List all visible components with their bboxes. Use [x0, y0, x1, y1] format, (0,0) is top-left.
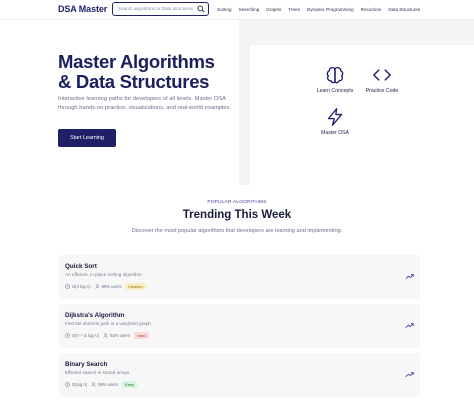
feature-label: Practice Code — [365, 88, 399, 94]
complexity: O(V + E log V) — [65, 333, 99, 338]
brain-icon — [326, 66, 344, 84]
users: 85% users — [94, 284, 122, 289]
trending-up-icon — [405, 323, 414, 329]
clock-icon — [65, 382, 70, 387]
feature-practice-code: Practice Code — [354, 66, 410, 94]
card-title: Quick Sort — [65, 263, 97, 270]
start-learning-button[interactable]: Start Learning — [58, 129, 116, 147]
algorithm-card-dijkstra[interactable]: Dijkstra's Algorithm Find the shortest p… — [59, 304, 420, 348]
difficulty-badge: Medium — [125, 283, 146, 290]
algorithm-card-quick-sort[interactable]: Quick Sort An efficient, in-place sortin… — [59, 255, 420, 299]
nav-item-data-structures[interactable]: Data Structures — [388, 7, 420, 12]
card-meta: O(log n) 98% users Easy — [65, 381, 137, 388]
card-description: An efficient, in-place sorting algorithm — [65, 272, 142, 277]
lightning-icon — [327, 108, 343, 126]
users-value: 85% users — [101, 284, 122, 289]
complexity: O(n log n) — [65, 284, 91, 289]
card-description: Find the shortest path in a weighted gra… — [65, 321, 151, 326]
card-title: Binary Search — [65, 361, 108, 368]
search-input[interactable]: Search algorithms or Data structures — [118, 6, 193, 11]
feature-label: Master DSA — [321, 130, 349, 136]
users-icon — [94, 284, 100, 289]
logo[interactable]: DSA Master — [58, 4, 107, 14]
complexity: O(log n) — [65, 382, 87, 387]
complexity-value: O(V + E log V) — [72, 333, 100, 338]
hero-title-line-2: & Data Structures — [58, 71, 210, 92]
section-kicker: POPULAR ALGORITHMS — [207, 200, 267, 205]
users-icon — [103, 333, 108, 338]
category-nav: Sorting Searching Graphs Trees Dynamic P… — [217, 7, 420, 12]
card-meta: O(n log n) 85% users Medium — [65, 283, 146, 290]
section-subtitle: Discover the most popular algorithms tha… — [131, 228, 343, 234]
users-value: 92% users — [110, 333, 130, 338]
complexity-value: O(n log n) — [72, 284, 91, 289]
difficulty-badge: Hard — [133, 332, 149, 339]
hero-description: Interactive learning paths for developer… — [58, 96, 232, 111]
clock-icon — [65, 333, 70, 338]
nav-item-recursion[interactable]: Recursion — [361, 7, 382, 12]
users-icon — [91, 382, 96, 387]
hero-title: Master Algorithms & Data Structures — [58, 52, 238, 92]
nav-item-trees[interactable]: Trees — [288, 7, 300, 12]
nav-item-sorting[interactable]: Sorting — [217, 7, 232, 12]
nav-item-graphs[interactable]: Graphs — [266, 7, 281, 12]
card-description: Efficient search in sorted arrays — [65, 370, 130, 375]
code-icon — [373, 69, 391, 81]
feature-master-dsa: Master DSA — [307, 108, 363, 136]
users: 92% users — [103, 333, 130, 338]
users: 98% users — [91, 382, 118, 387]
trending-up-icon — [405, 274, 414, 280]
search-icon[interactable] — [197, 5, 205, 13]
hero-title-line-1: Master Algorithms — [58, 51, 215, 72]
top-navbar: DSA Master Search algorithms or Data str… — [0, 0, 474, 20]
nav-item-dynamic-programming[interactable]: Dynamic Programming — [307, 7, 354, 12]
clock-icon — [65, 284, 70, 289]
section-title: Trending This Week — [182, 209, 292, 221]
search-box[interactable]: Search algorithms or Data structures — [112, 2, 209, 16]
users-value: 98% users — [98, 382, 118, 387]
algorithm-card-binary-search[interactable]: Binary Search Efficient search in sorted… — [59, 353, 420, 397]
card-title: Dijkstra's Algorithm — [65, 312, 125, 319]
trending-up-icon — [405, 372, 414, 378]
card-meta: O(V + E log V) 92% users Hard — [65, 332, 149, 339]
complexity-value: O(log n) — [72, 382, 88, 387]
difficulty-badge: Easy — [121, 381, 137, 388]
nav-item-searching[interactable]: Searching — [239, 7, 260, 12]
